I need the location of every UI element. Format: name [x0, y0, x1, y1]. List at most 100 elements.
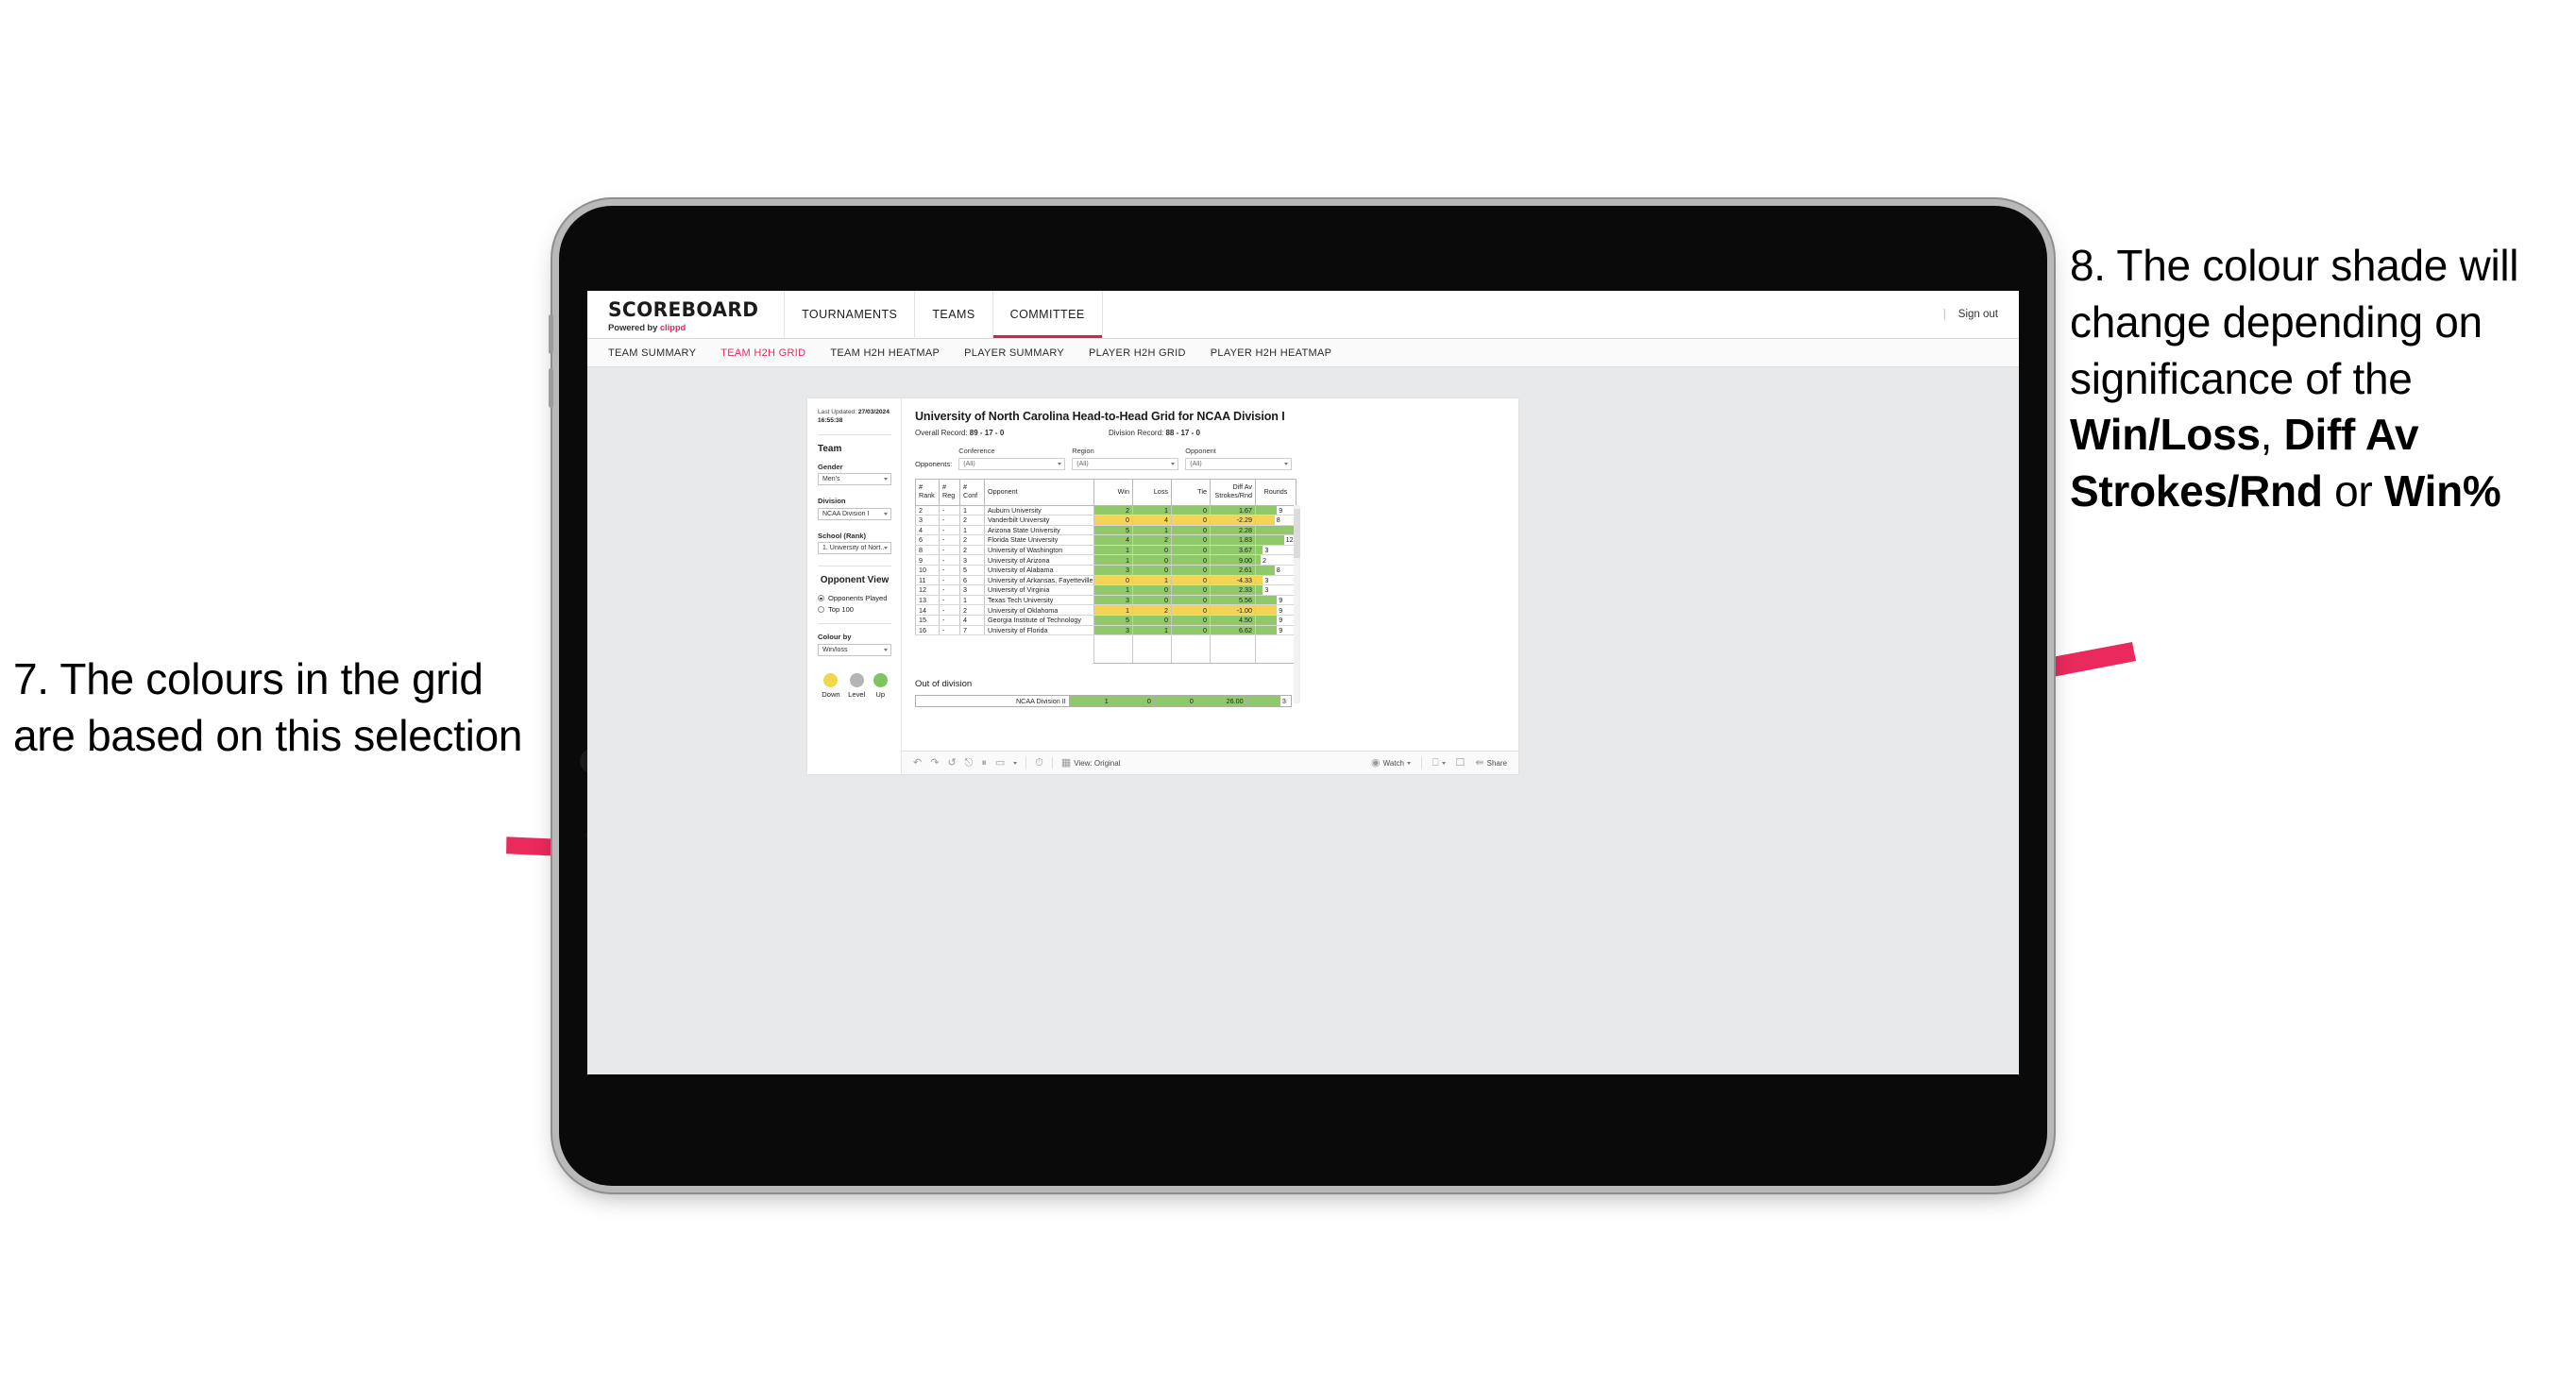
cell-loss: 0	[1132, 584, 1172, 596]
table-row[interactable]: 8-2 University of Washington 1 0 0 3.67 3	[915, 545, 1296, 556]
conference-select[interactable]: (All)	[958, 457, 1066, 470]
tablet-volume-down-button[interactable]	[549, 368, 553, 408]
table-row[interactable]: 2-1 Auburn University 2 1 0 1.67 9	[915, 504, 1296, 516]
subnav-player-summary[interactable]: PLAYER SUMMARY	[964, 347, 1064, 359]
cell-diff: 3.67	[1210, 545, 1256, 556]
topnav-tournaments[interactable]: TOURNAMENTS	[785, 291, 916, 338]
cell-conf: 5	[959, 565, 985, 576]
cell-rounds: 9	[1255, 595, 1296, 606]
cell-diff: 4.50	[1210, 615, 1256, 626]
gender-select[interactable]: Men's	[818, 473, 891, 486]
device-preview-icon[interactable]: ☐	[1456, 757, 1466, 769]
region-select[interactable]: (All)	[1072, 457, 1179, 470]
table-row[interactable]: 3-2 Vanderbilt University 0 4 0 -2.29 8	[915, 515, 1296, 526]
cell-tie: 0	[1171, 515, 1211, 526]
table-row[interactable]: 12-3 University of Virginia 1 0 0 2.33 3	[915, 584, 1296, 596]
view-original-label: View: Original	[1074, 758, 1121, 768]
table-row[interactable]: 6-2 Florida State University 4 2 0 1.83 12	[915, 534, 1296, 546]
table-scrollbar-thumb[interactable]	[1294, 508, 1300, 558]
school-label: School (Rank)	[818, 531, 867, 540]
radio-top-100[interactable]: Top 100	[818, 605, 891, 614]
table-row[interactable]: 15-4 Georgia Institute of Technology 5 0 0 4.…	[915, 615, 1296, 626]
th-reg-l2: Reg	[942, 491, 956, 499]
school-select[interactable]: 1. University of Nort...	[818, 542, 891, 555]
colour-by-select[interactable]: Win/loss	[818, 643, 891, 656]
cell-rounds: 2	[1255, 554, 1296, 566]
tablet-volume-up-button[interactable]	[549, 314, 553, 354]
cell-diff: 1.83	[1210, 534, 1256, 546]
clock-icon[interactable]: ⏱	[1035, 757, 1043, 769]
subnav-player-h2h-heatmap[interactable]: PLAYER H2H HEATMAP	[1211, 347, 1331, 359]
rectangle-select-icon[interactable]: ▭	[995, 757, 1005, 769]
cell-opponent: Auburn University	[984, 504, 1094, 516]
table-row[interactable]: 4-1Arizona State University5102.2817	[915, 525, 1296, 536]
cell-rounds: 8	[1255, 515, 1296, 526]
watch-button[interactable]: ◉ Watch	[1371, 757, 1411, 769]
table-row[interactable]: 11-6 University of Arkansas, Fayetteville…	[915, 575, 1296, 586]
cell-reg: -	[939, 604, 960, 617]
view-original-button[interactable]: ▦ View: Original	[1061, 757, 1121, 769]
cell-rank: 10	[915, 565, 940, 576]
share-icon: ⇚	[1475, 756, 1484, 769]
topnav-teams[interactable]: TEAMS	[915, 291, 993, 338]
page-title: University of North Carolina Head-to-Hea…	[915, 410, 1285, 423]
rounds-value: 9	[1279, 625, 1283, 634]
viz-content: University of North Carolina Head-to-Hea…	[902, 398, 1518, 774]
logo-brand-clippd: clippd	[659, 323, 686, 333]
cell-diff: -1.00	[1210, 604, 1256, 617]
division-select[interactable]: NCAA Division I	[818, 507, 891, 520]
last-updated-label: Last Updated:	[818, 409, 858, 415]
cell-diff: -4.33	[1210, 575, 1256, 586]
subnav-team-h2h-grid[interactable]: TEAM H2H GRID	[720, 347, 805, 359]
table-row[interactable]: 10-5 University of Alabama 3 0 0 2.61 8	[915, 565, 1296, 576]
table-row[interactable]: 9-3 University of Arizona 1 0 0 9.00 2	[915, 554, 1296, 566]
refresh-icon[interactable]: ⎋	[965, 757, 974, 769]
redo-icon[interactable]: ↷	[930, 757, 939, 769]
opponent-select[interactable]: (All)	[1185, 457, 1293, 470]
cell-diff: 9.00	[1210, 554, 1256, 566]
legend-item-up: Up	[873, 672, 888, 699]
cell-tie: 0	[1171, 584, 1211, 596]
download-button[interactable]: ⎕	[1432, 756, 1446, 769]
pause-icon[interactable]: ⏸	[981, 757, 987, 769]
cell-conf: 2	[959, 545, 985, 556]
revert-icon[interactable]: ↺	[947, 757, 956, 769]
cell-tie: 0	[1171, 534, 1211, 546]
chevron-down-icon[interactable]	[1013, 761, 1018, 765]
cell-tie: 0	[1171, 575, 1211, 586]
legend-item-level: Level	[848, 672, 865, 699]
cell-tie: 0	[1171, 604, 1211, 617]
spacer-win	[1093, 634, 1133, 665]
opponents-label: Opponents:	[915, 459, 953, 468]
chevron-down-icon	[884, 512, 888, 516]
cell-diff: 2.28	[1210, 525, 1256, 536]
cell-diff: 5.56	[1210, 595, 1256, 606]
table-scrollbar[interactable]	[1294, 504, 1300, 703]
radio-opponents-played[interactable]: Opponents Played	[818, 594, 891, 602]
undo-icon[interactable]: ↶	[913, 757, 922, 769]
rounds-bar	[1256, 566, 1275, 575]
rounds-value: 9	[1279, 505, 1283, 515]
table-row[interactable]: 16-7 University of Florida 3 1 0 6.62 9	[915, 625, 1296, 636]
cell-rounds: 3	[1255, 575, 1296, 586]
table-row[interactable]: 13-1 Texas Tech University 3 0 0 5.56 9	[915, 595, 1296, 606]
cell-rounds: 3	[1255, 545, 1296, 556]
cell-reg: -	[939, 625, 960, 636]
chevron-down-icon	[1058, 462, 1062, 465]
download-icon: ⎕	[1432, 756, 1439, 769]
subnav-team-summary[interactable]: TEAM SUMMARY	[608, 347, 696, 359]
app-logo[interactable]: SCOREBOARD Powered by clippd	[587, 291, 786, 338]
share-button[interactable]: ⇚ Share	[1475, 756, 1507, 769]
cell-diff: 1.67	[1210, 504, 1256, 516]
annotation-8-bold-winloss: Win/Loss	[2070, 410, 2261, 460]
subnav-player-h2h-grid[interactable]: PLAYER H2H GRID	[1089, 347, 1186, 359]
signout-link[interactable]: Sign out	[1958, 309, 1998, 320]
th-win: Win	[1093, 478, 1133, 506]
cell-opponent: Georgia Institute of Technology	[984, 615, 1094, 626]
browser-screen: SCOREBOARD Powered by clippd TOURNAMENTS…	[587, 291, 2019, 1074]
cell-loss: 2	[1132, 604, 1172, 617]
table-row[interactable]: 14-2 University of Oklahoma 1 2 0 -1.00 9	[915, 604, 1296, 617]
topnav-committee[interactable]: COMMITTEE	[992, 291, 1103, 338]
share-label: Share	[1486, 758, 1507, 768]
subnav-team-h2h-heatmap[interactable]: TEAM H2H HEATMAP	[830, 347, 940, 359]
